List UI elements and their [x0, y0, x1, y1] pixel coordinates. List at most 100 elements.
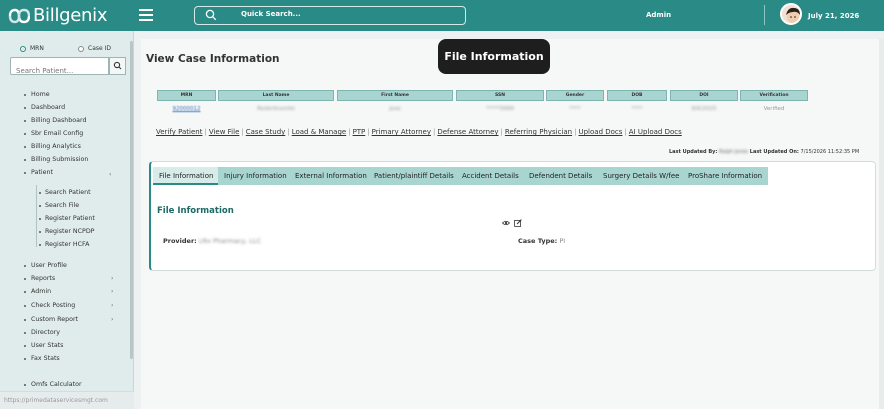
sidebar-item-fax-stats[interactable]: Fax Stats: [31, 355, 60, 362]
status-url: https://primedataservicesmgt.com: [0, 391, 134, 409]
search-icon: [205, 9, 217, 21]
sidebar-item-dashboard[interactable]: Dashboard: [31, 104, 65, 111]
link-referring-physician[interactable]: Referring Physician: [505, 128, 572, 136]
patient-search-input[interactable]: [11, 63, 107, 79]
chevron-right-icon: ›: [111, 316, 114, 323]
sidebar-item-omfs-calculator[interactable]: Omfs Calculator: [31, 381, 82, 388]
sidebar-subitem-register-ncpdp[interactable]: Register NCPDP: [45, 228, 94, 235]
link-upload-docs[interactable]: Upload Docs: [578, 128, 622, 136]
sidebar-subitem-register-hcfa[interactable]: Register HCFA: [45, 241, 89, 248]
main-scrollbar[interactable]: [879, 39, 884, 409]
link-primary-attorney[interactable]: Primary Attorney: [372, 128, 431, 136]
radio-mrn[interactable]: MRN: [20, 45, 44, 52]
radio-case-id[interactable]: Case ID: [78, 45, 111, 52]
tab-accident-details[interactable]: Accident Details: [456, 167, 525, 185]
radio-mrn-label: MRN: [30, 45, 44, 52]
tab-file-information[interactable]: File Information: [153, 167, 220, 185]
radio-case-id-label: Case ID: [88, 45, 111, 52]
sidebar-item-home[interactable]: Home: [31, 91, 50, 98]
link-verify-patient[interactable]: Verify Patient: [156, 128, 202, 136]
sidebar-item-user-profile[interactable]: User Profile: [31, 262, 67, 269]
updated-by-value: Ralph Jones: [719, 149, 749, 155]
sidebar-subitem-search-patient[interactable]: Search Patient: [45, 189, 91, 196]
sidebar-subitem-register-patient[interactable]: Register Patient: [45, 215, 95, 222]
table-cell-verification: Verified: [763, 106, 785, 112]
updated-by-label: Last Updated By:: [669, 149, 718, 155]
case-action-links: Verify Patient | View File | Case Study | Load…: [156, 128, 682, 136]
table-cell-ssn: *****5689: [486, 106, 514, 112]
table-header-dob: DOB: [607, 90, 667, 101]
link-ptp[interactable]: PTP: [353, 128, 366, 136]
provider-value: LRx Pharmacy, LLC: [198, 237, 262, 245]
table-header-ssn: SSN: [456, 90, 544, 101]
quick-search-label: Quick Search...: [241, 10, 301, 18]
sidebar-item-patient[interactable]: Patient: [31, 169, 53, 176]
search-icon: [113, 61, 122, 70]
sidebar-item-user-stats[interactable]: User Stats: [31, 342, 63, 349]
chevron-right-icon: ›: [111, 302, 114, 309]
table-header-verification: Verification: [740, 90, 808, 101]
sidebar-item-billing-submission[interactable]: Billing Submission: [31, 156, 88, 163]
table-cell-first-name: Jose: [389, 106, 401, 112]
table-header-gender: Gender: [546, 90, 604, 101]
link-defense-attorney[interactable]: Defense Attorney: [437, 128, 498, 136]
eye-icon[interactable]: [502, 219, 510, 227]
link-ai-upload-docs[interactable]: AI Upload Docs: [629, 128, 682, 136]
updated-on-value: 7/15/2026 11:52:35 PM: [800, 149, 860, 155]
sidebar-subitem-search-file[interactable]: Search File: [45, 202, 79, 209]
case-type-field: Case Type: PI: [518, 237, 565, 245]
link-view-file[interactable]: View File: [209, 128, 240, 136]
page-title: View Case Information: [146, 53, 280, 65]
radio-case-id-circle[interactable]: [78, 45, 84, 52]
chevron-right-icon: ›: [111, 288, 114, 295]
sidebar-scrollbar[interactable]: [130, 41, 133, 359]
logo-text: Billgenix: [33, 5, 108, 26]
sidebar-item-check-posting[interactable]: Check Posting: [31, 302, 75, 309]
sidebar-item-sbr-email-config[interactable]: Sbr Email Config: [31, 130, 83, 137]
section-title: File Information: [157, 206, 234, 216]
tab-surgery-details[interactable]: Surgery Details W/fee: [597, 167, 686, 185]
quick-search-input[interactable]: Quick Search...: [194, 6, 466, 25]
header-divider: [764, 5, 765, 25]
tab-injury-information[interactable]: Injury Information: [218, 167, 293, 185]
last-updated-info: Last Updated By: Ralph Jones Last Update…: [669, 149, 859, 155]
table-cell-mrn[interactable]: 92000012: [157, 106, 216, 112]
current-date: July 21, 2026: [808, 12, 860, 20]
tab-external-information[interactable]: External Information: [289, 167, 373, 185]
chevron-right-icon: ›: [111, 275, 114, 282]
user-menu[interactable]: Admin: [646, 11, 671, 19]
table-cell-doi: 8/6/2025: [691, 106, 717, 112]
submenu-tree-line: [36, 185, 37, 247]
provider-field: Provider: LRx Pharmacy, LLC: [163, 237, 261, 245]
sidebar-item-directory[interactable]: Directory: [31, 329, 60, 336]
sidebar-item-custom-report[interactable]: Custom Report: [31, 316, 78, 323]
sidebar-item-admin[interactable]: Admin: [31, 288, 51, 295]
table-header-first-name: First Name: [337, 90, 453, 101]
table-header-last-name: Last Name: [218, 90, 334, 101]
provider-label: Provider:: [163, 237, 197, 245]
avatar[interactable]: [780, 3, 802, 25]
sidebar-item-billing-analytics[interactable]: Billing Analytics: [31, 143, 81, 150]
tab-patient-plaintiff-details[interactable]: Patient/plaintiff Details: [368, 167, 460, 185]
tab-proshare-information[interactable]: ProShare Information: [682, 167, 769, 185]
chevron-left-icon: ‹: [109, 171, 112, 178]
section-actions: [502, 219, 522, 227]
link-case-study[interactable]: Case Study: [246, 128, 286, 136]
tab-defendent-details[interactable]: Defendent Details: [523, 167, 599, 185]
tooltip: File Information: [438, 39, 550, 74]
table-cell-last-name: Roderiksonite: [257, 106, 295, 112]
patient-search-button[interactable]: [109, 57, 126, 75]
table-cell-gender: ****: [569, 106, 581, 112]
patient-search-field[interactable]: [10, 57, 109, 79]
link-load-manage[interactable]: Load & Manage: [292, 128, 347, 136]
table-header-mrn: MRN: [157, 90, 216, 101]
case-type-value: PI: [559, 237, 566, 245]
logo[interactable]: Billgenix: [8, 5, 108, 26]
sidebar-item-reports[interactable]: Reports: [31, 275, 55, 282]
edit-icon[interactable]: [514, 219, 522, 227]
radio-mrn-circle[interactable]: [20, 45, 26, 52]
menu-toggle-icon[interactable]: [139, 9, 153, 21]
logo-icon: [8, 8, 30, 23]
sidebar-item-billing-dashboard[interactable]: Billing Dashboard: [31, 117, 86, 124]
table-header-doi: DOI: [670, 90, 738, 101]
